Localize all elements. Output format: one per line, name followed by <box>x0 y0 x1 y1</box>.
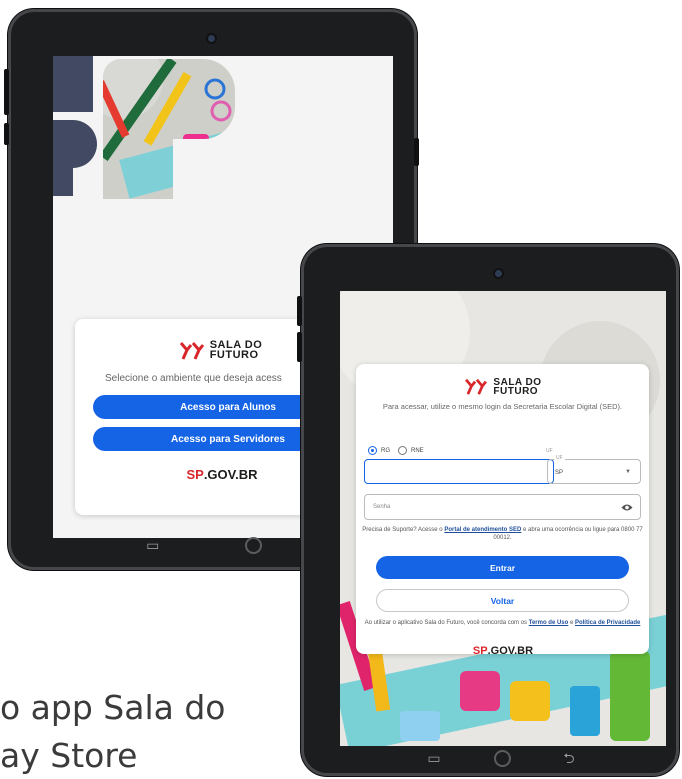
privacy-policy-link[interactable]: Política de Privacidade <box>575 620 640 626</box>
support-portal-link[interactable]: Portal de atendimento SED <box>444 527 521 533</box>
terms-text: Ao utilizar o aplicativo Sala do Futuro,… <box>362 620 643 628</box>
tablet-right: SALA DO FUTURO Para acessar, utilize o m… <box>297 244 679 776</box>
decorative-shape <box>53 56 97 196</box>
home-icon[interactable] <box>493 749 511 767</box>
radio-rg[interactable] <box>368 446 377 455</box>
home-icon[interactable] <box>245 536 263 554</box>
uf-label-top: UF <box>546 448 553 454</box>
sp-gov-logo: SP .GOV.BR <box>167 467 277 482</box>
sp-mark: SP <box>472 645 488 657</box>
eye-icon[interactable] <box>621 503 633 512</box>
terms-text-mid: e <box>568 620 575 626</box>
support-text: Precisa de Suporte? Acesse o Portal de a… <box>362 527 643 543</box>
recent-apps-icon[interactable]: ▭ <box>146 538 159 552</box>
side-button <box>414 138 419 166</box>
camera-dot <box>495 270 502 277</box>
radio-rne[interactable] <box>398 446 407 455</box>
side-button <box>297 296 302 326</box>
document-type-radio-group: RG RNE <box>368 446 424 455</box>
back-icon[interactable]: ⮌ <box>563 751 574 765</box>
logo-figures-icon <box>465 378 488 395</box>
radio-rne-label: RNE <box>411 447 424 454</box>
uf-label: UF <box>554 455 565 461</box>
support-text-pre: Precisa de Suporte? Acesse o <box>362 527 445 533</box>
school-supplies-illustration <box>103 59 235 199</box>
terms-text-pre: Ao utilizar o aplicativo Sala do Futuro,… <box>364 620 529 626</box>
sala-do-futuro-logo: SALA DO FUTURO <box>356 378 649 397</box>
login-intro-text: Para acessar, utilize o mesmo login da S… <box>382 402 623 411</box>
password-input[interactable]: Senha <box>364 494 641 520</box>
enter-button[interactable]: Entrar <box>376 556 629 579</box>
side-button <box>297 332 302 362</box>
side-button <box>4 123 9 145</box>
uf-value: SP <box>555 470 564 476</box>
gov-text: .GOV.BR <box>487 645 534 657</box>
background-caption-line1: o app Sala do <box>0 688 226 727</box>
sp-gov-logo: SP .GOV.BR <box>448 645 558 657</box>
back-button[interactable]: Voltar <box>376 589 629 612</box>
logo-line2: FUTURO <box>209 349 259 361</box>
logo-line2: FUTURO <box>493 386 539 397</box>
recent-apps-icon[interactable]: ▭ <box>427 751 440 765</box>
side-button <box>4 69 9 115</box>
rg-input[interactable] <box>364 459 554 484</box>
login-card: SALA DO FUTURO Para acessar, utilize o m… <box>356 364 649 657</box>
password-placeholder: Senha <box>373 504 391 510</box>
tablet-right-screen: SALA DO FUTURO Para acessar, utilize o m… <box>340 291 666 746</box>
radio-rg-label: RG <box>381 447 390 454</box>
logo-figures-icon <box>179 342 204 360</box>
sp-mark: SP <box>186 467 204 482</box>
background-caption-line2: ay Store <box>0 736 138 775</box>
chevron-down-icon: ▼ <box>625 469 631 475</box>
uf-select[interactable]: UF SP ▼ <box>547 455 641 484</box>
gov-text: .GOV.BR <box>203 467 258 482</box>
terms-of-use-link[interactable]: Termo de Uso <box>529 620 569 626</box>
camera-dot <box>208 35 215 42</box>
navigation-bar: ▭ ⮌ <box>401 748 601 768</box>
